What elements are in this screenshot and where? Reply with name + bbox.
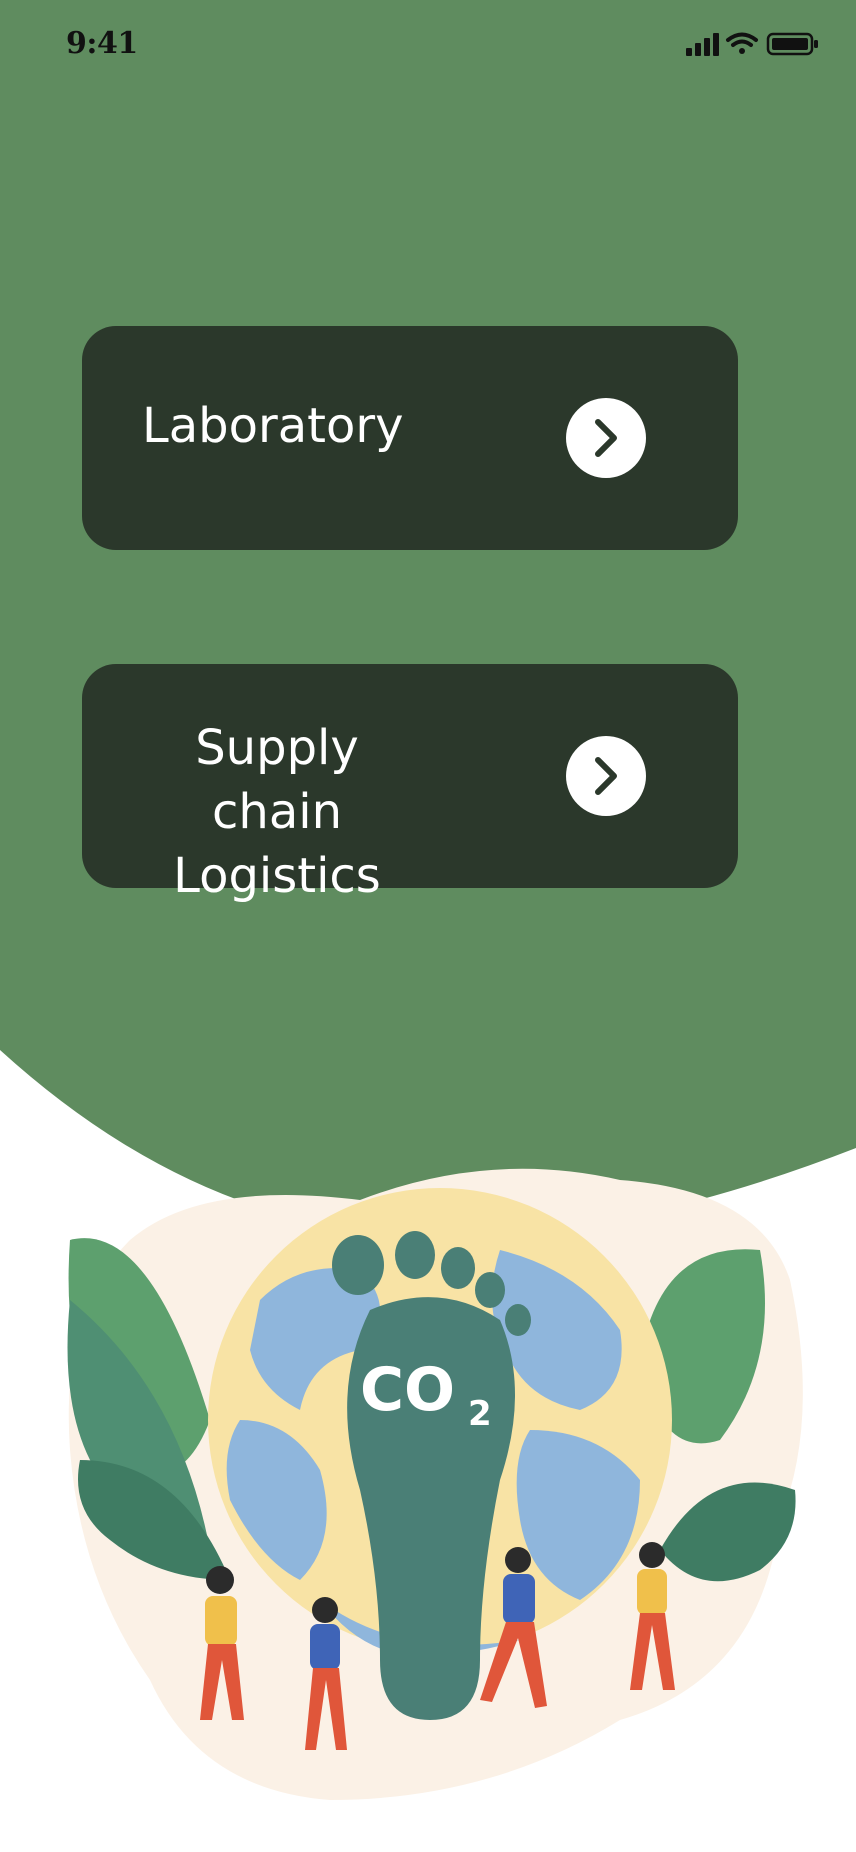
- status-time: 9:41: [66, 26, 138, 61]
- co2-footprint-illustration: CO 2: [60, 1160, 805, 1810]
- supply-chain-logistics-card[interactable]: Supply chain Logistics: [82, 664, 738, 904]
- laboratory-card[interactable]: Laboratory: [82, 326, 738, 550]
- battery-icon: [766, 32, 818, 56]
- supply-chain-arrow-button[interactable]: [566, 736, 646, 816]
- wifi-icon: [726, 32, 758, 54]
- status-icons: [686, 30, 826, 60]
- cellular-signal-icon: [686, 33, 719, 56]
- supply-chain-logistics-label: Supply chain Logistics: [132, 716, 422, 908]
- laboratory-arrow-button[interactable]: [566, 398, 646, 478]
- supply-chain-label-text: Supply chain Logistics: [173, 720, 381, 904]
- laboratory-label: Laboratory: [142, 398, 404, 454]
- app-screen: 9:41 Laboratory Supply chain Logistics C…: [0, 0, 856, 1852]
- chevron-right-icon: [595, 419, 617, 457]
- status-bar: 9:41: [0, 0, 856, 96]
- co2-badge-subscript: 2: [468, 1394, 492, 1434]
- header-background: [0, 0, 856, 1240]
- chevron-right-icon: [595, 757, 617, 795]
- co2-badge-text: CO: [360, 1355, 455, 1425]
